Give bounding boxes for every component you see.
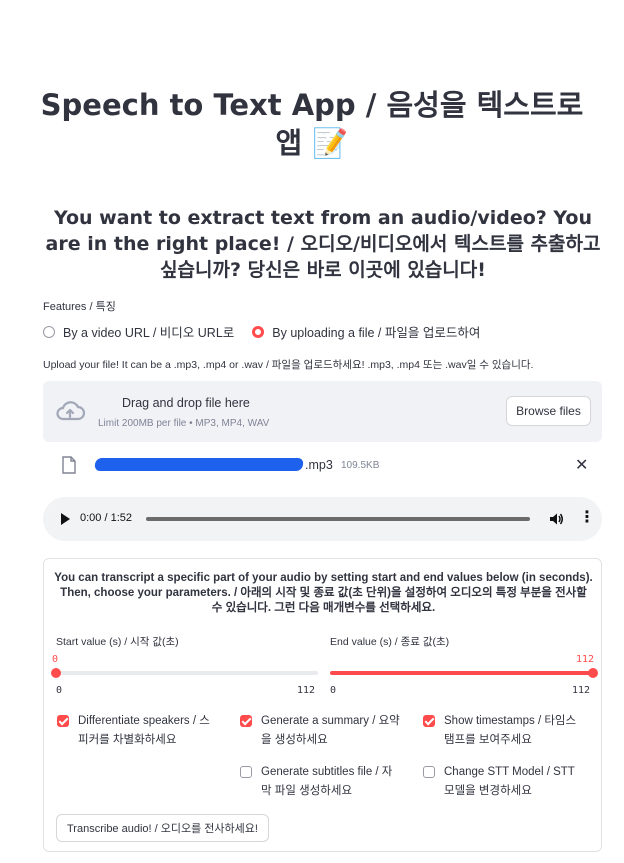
- playback-progress-bar[interactable]: [146, 517, 530, 521]
- cloud-upload-icon: [56, 401, 85, 421]
- more-options-icon[interactable]: ⋮: [579, 510, 595, 526]
- transcription-options-panel: You can transcript a specific part of yo…: [43, 558, 602, 852]
- checkbox-label: Show timestamps / 타임스탬프를 보여주세요: [444, 715, 577, 746]
- start-slider-thumb[interactable]: [51, 668, 61, 678]
- checkbox-generate-summary[interactable]: Generate a summary / 요약을 생성하세요: [240, 712, 401, 750]
- checkbox-label: Differentiate speakers / 스피커를 차별화하세요: [78, 715, 210, 746]
- radio-circle-video-url[interactable]: [43, 325, 55, 338]
- browse-files-button[interactable]: Browse files: [506, 396, 591, 426]
- volume-icon[interactable]: [548, 511, 564, 527]
- radio-video-url[interactable]: By a video URL / 비디오 URL로: [43, 322, 234, 341]
- page-subtitle: You want to extract text from an audio/v…: [45, 207, 601, 281]
- start-slider-track[interactable]: [56, 671, 318, 675]
- start-slider-max: 112: [297, 685, 316, 696]
- file-extension: .mp3: [305, 458, 333, 472]
- features-label: Features / 특징: [43, 301, 116, 313]
- radio-upload-file[interactable]: By uploading a file / 파일을 업로드하여: [252, 322, 480, 341]
- end-slider-fill[interactable]: [330, 671, 593, 675]
- checkbox-box[interactable]: [57, 715, 69, 727]
- end-slider-value: 112: [576, 654, 595, 665]
- checkbox-change-stt-model[interactable]: Change STT Model / STT 모델을 변경하세요: [423, 763, 584, 801]
- page-title: Speech to Text App / 음성을 텍스트로 앱 📝: [40, 88, 584, 160]
- options-description: You can transcript a specific part of yo…: [54, 572, 593, 614]
- checkbox-differentiate-speakers[interactable]: Differentiate speakers / 스피커를 차별화하세요: [57, 712, 218, 750]
- file-size: 109.5KB: [341, 460, 380, 471]
- dropzone-instruction: Drag and drop file here: [122, 396, 250, 410]
- radio-circle-upload-file[interactable]: [252, 325, 265, 338]
- end-slider-label: End value (s) / 종료 값(초): [330, 636, 450, 648]
- end-slider-thumb[interactable]: [588, 668, 598, 678]
- end-slider-max: 112: [572, 685, 591, 696]
- upload-label: Upload your file! It can be a .mp3, .mp4…: [43, 359, 534, 371]
- uploaded-file-row: .mp3 109.5KB ✕: [43, 452, 602, 480]
- checkbox-box[interactable]: [423, 766, 435, 778]
- audio-player: 0:00 / 1:52 ⋮: [43, 497, 602, 541]
- play-icon[interactable]: [61, 513, 70, 525]
- checkbox-box[interactable]: [423, 715, 435, 727]
- file-name-redaction: [94, 458, 304, 471]
- transcribe-audio-button[interactable]: Transcribe audio! / 오디오를 전사하세요!: [56, 814, 269, 842]
- close-icon[interactable]: ✕: [575, 455, 588, 475]
- radio-label-video-url: By a video URL / 비디오 URL로: [63, 326, 235, 340]
- playback-time: 0:00 / 1:52: [80, 512, 132, 524]
- start-slider-value: 0: [52, 654, 59, 665]
- end-slider-min: 0: [330, 685, 337, 696]
- checkbox-label: Generate a summary / 요약을 생성하세요: [261, 715, 400, 746]
- dropzone-limit: Limit 200MB per file • MP3, MP4, WAV: [98, 418, 270, 429]
- checkbox-generate-subtitles[interactable]: Generate subtitles file / 자막 파일 생성하세요: [240, 763, 401, 801]
- checkbox-box[interactable]: [240, 766, 252, 778]
- checkbox-show-timestamps[interactable]: Show timestamps / 타임스탬프를 보여주세요: [423, 712, 584, 750]
- start-slider-min: 0: [56, 685, 63, 696]
- file-dropzone[interactable]: Drag and drop file here Limit 200MB per …: [43, 381, 602, 442]
- checkbox-box[interactable]: [240, 715, 252, 727]
- start-slider-label: Start value (s) / 시작 값(초): [56, 636, 179, 648]
- checkbox-label: Change STT Model / STT 모델을 변경하세요: [444, 766, 575, 797]
- checkbox-label: Generate subtitles file / 자막 파일 생성하세요: [261, 766, 393, 797]
- radio-label-upload-file: By uploading a file / 파일을 업로드하여: [272, 326, 481, 340]
- features-radio-group: By a video URL / 비디오 URL로 By uploading a…: [43, 322, 498, 341]
- file-icon: [62, 456, 76, 474]
